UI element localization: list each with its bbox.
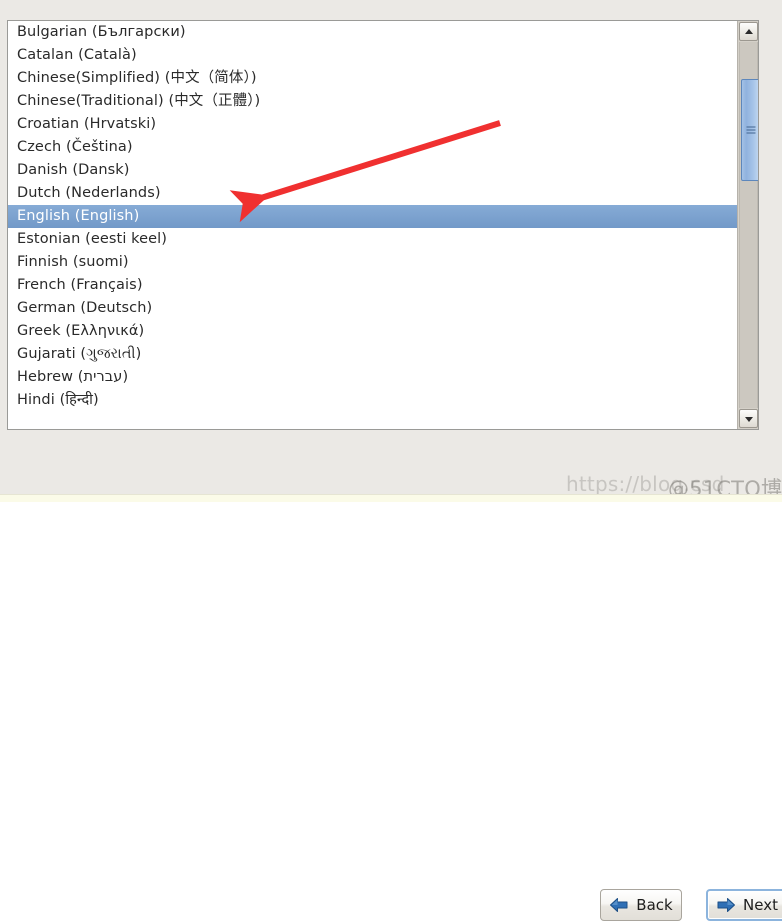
language-list-item[interactable]: German (Deutsch) <box>8 297 758 320</box>
back-button[interactable]: Back <box>600 889 682 921</box>
language-list-item[interactable]: Hebrew (עברית) <box>8 366 758 389</box>
grip-lines-icon <box>746 126 755 134</box>
arrow-right-icon <box>717 898 736 912</box>
installer-window: Bulgarian (Български) Catalan (Català) Chi… <box>0 0 782 921</box>
wizard-button-bar: Back Next <box>0 440 782 921</box>
scrollbar-down-button[interactable] <box>739 409 758 428</box>
next-button-label: Next <box>743 896 778 914</box>
list-vertical-scrollbar[interactable] <box>737 21 758 429</box>
language-list-item[interactable]: Catalan (Català) <box>8 44 758 67</box>
scrollbar-track[interactable] <box>739 42 758 408</box>
language-list-item[interactable]: Bulgarian (Български) <box>8 21 758 44</box>
language-list-item[interactable]: Croatian (Hrvatski) <box>8 113 758 136</box>
scrollbar-up-button[interactable] <box>739 22 758 41</box>
language-list-scrollarea[interactable]: Bulgarian (Български) Catalan (Català) Chi… <box>8 21 758 429</box>
back-button-label: Back <box>636 896 673 914</box>
scrollbar-thumb[interactable] <box>741 79 758 181</box>
language-list-item[interactable]: French (Français) <box>8 274 758 297</box>
language-list-item[interactable]: Danish (Dansk) <box>8 159 758 182</box>
language-list-item[interactable]: Greek (Ελληνικά) <box>8 320 758 343</box>
language-list-item[interactable]: Czech (Čeština) <box>8 136 758 159</box>
caret-up-icon <box>744 28 753 34</box>
language-list-panel: Bulgarian (Български) Catalan (Català) Chi… <box>7 20 759 430</box>
language-list-item[interactable]: Estonian (eesti keel) <box>8 228 758 251</box>
bottom-strip <box>0 494 782 502</box>
language-list-item[interactable]: English (English) <box>8 205 758 228</box>
language-list-item[interactable]: Finnish (suomi) <box>8 251 758 274</box>
caret-down-icon <box>744 416 753 422</box>
language-list-item[interactable]: Gujarati (ગુજરાતી) <box>8 343 758 366</box>
language-list-item[interactable]: Hindi (हिन्दी) <box>8 389 758 412</box>
language-list-rows: Bulgarian (Български) Catalan (Català) Chi… <box>8 21 758 412</box>
language-list-item[interactable]: Chinese(Simplified) (中文（简体）) <box>8 67 758 90</box>
next-button[interactable]: Next <box>706 889 782 921</box>
arrow-left-icon <box>610 898 628 912</box>
language-list-item[interactable]: Chinese(Traditional) (中文（正體）) <box>8 90 758 113</box>
language-list-item[interactable]: Dutch (Nederlands) <box>8 182 758 205</box>
